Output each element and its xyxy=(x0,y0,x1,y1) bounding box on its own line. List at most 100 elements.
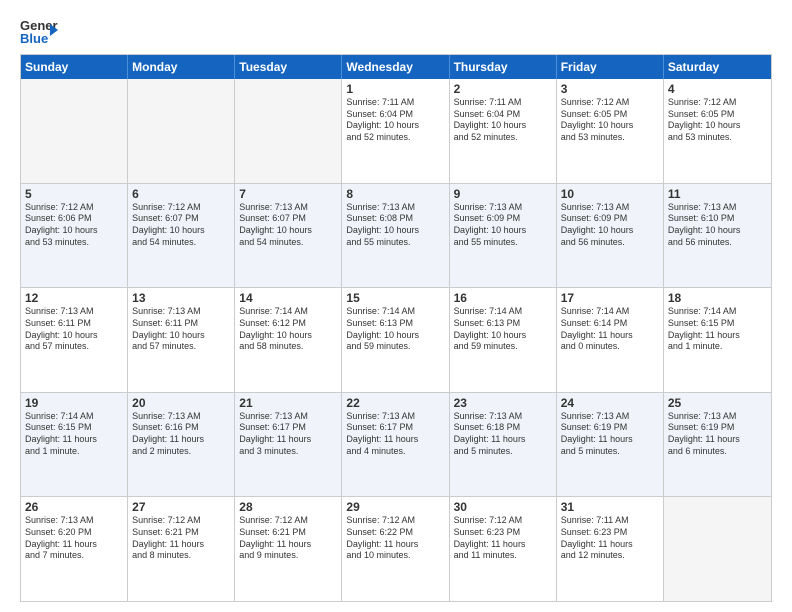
cell-line-3: and 55 minutes. xyxy=(346,237,444,249)
cell-line-2: Daylight: 11 hours xyxy=(346,434,444,446)
logo-icon: General Blue xyxy=(20,16,58,46)
cell-line-0: Sunrise: 7:13 AM xyxy=(132,411,230,423)
cell-line-0: Sunrise: 7:13 AM xyxy=(25,306,123,318)
day-number: 7 xyxy=(239,187,337,201)
cell-line-2: Daylight: 11 hours xyxy=(132,434,230,446)
cell-line-1: Sunset: 6:09 PM xyxy=(454,213,552,225)
cell-line-1: Sunset: 6:11 PM xyxy=(132,318,230,330)
logo: General Blue xyxy=(20,16,58,46)
cell-line-0: Sunrise: 7:14 AM xyxy=(561,306,659,318)
calendar-header: SundayMondayTuesdayWednesdayThursdayFrid… xyxy=(21,55,771,79)
day-number: 18 xyxy=(668,291,767,305)
day-number: 9 xyxy=(454,187,552,201)
cell-line-3: and 53 minutes. xyxy=(561,132,659,144)
cell-line-3: and 9 minutes. xyxy=(239,550,337,562)
day-cell-3: 3Sunrise: 7:12 AMSunset: 6:05 PMDaylight… xyxy=(557,79,664,183)
cell-line-2: Daylight: 10 hours xyxy=(132,330,230,342)
cell-line-0: Sunrise: 7:13 AM xyxy=(668,202,767,214)
day-number: 3 xyxy=(561,82,659,96)
day-cell-1: 1Sunrise: 7:11 AMSunset: 6:04 PMDaylight… xyxy=(342,79,449,183)
cell-line-0: Sunrise: 7:13 AM xyxy=(561,202,659,214)
weekday-header-saturday: Saturday xyxy=(664,55,771,79)
week-row-1: 5Sunrise: 7:12 AMSunset: 6:06 PMDaylight… xyxy=(21,183,771,288)
cell-line-3: and 8 minutes. xyxy=(132,550,230,562)
day-number: 27 xyxy=(132,500,230,514)
day-number: 31 xyxy=(561,500,659,514)
week-row-3: 19Sunrise: 7:14 AMSunset: 6:15 PM Dayligh… xyxy=(21,392,771,497)
day-cell-26: 26Sunrise: 7:13 AMSunset: 6:20 PMDayligh… xyxy=(21,497,128,601)
cell-line-1: Sunset: 6:21 PM xyxy=(132,527,230,539)
cell-line-0: Sunrise: 7:12 AM xyxy=(454,515,552,527)
day-number: 19 xyxy=(25,396,123,410)
day-number: 15 xyxy=(346,291,444,305)
cell-line-0: Sunrise: 7:14 AM xyxy=(25,411,123,423)
cell-line-0: Sunrise: 7:12 AM xyxy=(132,515,230,527)
cell-line-2: Daylight: 10 hours xyxy=(454,120,552,132)
weekday-header-thursday: Thursday xyxy=(450,55,557,79)
cell-line-1: Sunset: 6:07 PM xyxy=(239,213,337,225)
day-number: 4 xyxy=(668,82,767,96)
cell-line-1: Sunset: 6:05 PM xyxy=(561,109,659,121)
cell-line-2: Daylight: 11 hours xyxy=(668,330,767,342)
cell-line-0: Sunrise: 7:13 AM xyxy=(132,306,230,318)
cell-line-1: Sunset: 6:23 PM xyxy=(561,527,659,539)
cell-line-2: Daylight: 10 hours xyxy=(25,330,123,342)
weekday-header-monday: Monday xyxy=(128,55,235,79)
day-cell-16: 16Sunrise: 7:14 AMSunset: 6:13 PMDayligh… xyxy=(450,288,557,392)
day-number: 28 xyxy=(239,500,337,514)
cell-line-0: Sunrise: 7:12 AM xyxy=(25,202,123,214)
cell-line-3: and 4 minutes. xyxy=(346,446,444,458)
cell-line-0: Sunrise: 7:11 AM xyxy=(561,515,659,527)
day-number: 13 xyxy=(132,291,230,305)
cell-line-0: Sunrise: 7:11 AM xyxy=(454,97,552,109)
day-cell-7: 7Sunrise: 7:13 AMSunset: 6:07 PMDaylight… xyxy=(235,184,342,288)
cell-line-1: Sunset: 6:11 PM xyxy=(25,318,123,330)
cell-line-3: and 7 minutes. xyxy=(25,550,123,562)
cell-line-1: Sunset: 6:08 PM xyxy=(346,213,444,225)
cell-line-3: and 2 minutes. xyxy=(132,446,230,458)
day-number: 16 xyxy=(454,291,552,305)
cell-line-2: Daylight: 10 hours xyxy=(346,330,444,342)
day-cell-5: 5Sunrise: 7:12 AMSunset: 6:06 PMDaylight… xyxy=(21,184,128,288)
cell-line-0: Sunrise: 7:13 AM xyxy=(454,202,552,214)
day-number: 23 xyxy=(454,396,552,410)
cell-line-2: Daylight: 10 hours xyxy=(561,120,659,132)
cell-line-3: and 1 minute. xyxy=(668,341,767,353)
cell-line-2: Daylight: 11 hours xyxy=(239,539,337,551)
weekday-header-tuesday: Tuesday xyxy=(235,55,342,79)
day-cell-19: 19Sunrise: 7:14 AMSunset: 6:15 PMDayligh… xyxy=(21,393,128,497)
day-cell-13: 13Sunrise: 7:13 AMSunset: 6:11 PMDayligh… xyxy=(128,288,235,392)
day-cell-8: 8Sunrise: 7:13 AMSunset: 6:08 PMDaylight… xyxy=(342,184,449,288)
cell-line-3: and 59 minutes. xyxy=(346,341,444,353)
cell-line-2: Daylight: 11 hours xyxy=(668,434,767,446)
cell-line-3: and 5 minutes. xyxy=(561,446,659,458)
cell-line-2: Daylight: 11 hours xyxy=(239,434,337,446)
cell-line-3: and 10 minutes. xyxy=(346,550,444,562)
cell-line-1: Sunset: 6:15 PM xyxy=(25,422,123,434)
cell-line-3: and 0 minutes. xyxy=(561,341,659,353)
cell-line-2: Daylight: 10 hours xyxy=(668,120,767,132)
cell-line-1: Sunset: 6:13 PM xyxy=(346,318,444,330)
weekday-header-sunday: Sunday xyxy=(21,55,128,79)
day-number: 25 xyxy=(668,396,767,410)
cell-line-2: Daylight: 11 hours xyxy=(346,539,444,551)
day-cell-27: 27Sunrise: 7:12 AMSunset: 6:21 PMDayligh… xyxy=(128,497,235,601)
day-cell-11: 11Sunrise: 7:13 AMSunset: 6:10 PMDayligh… xyxy=(664,184,771,288)
page: General Blue SundayMondayTuesdayWednesda… xyxy=(0,0,792,612)
svg-text:Blue: Blue xyxy=(20,31,48,46)
day-cell-25: 25Sunrise: 7:13 AMSunset: 6:19 PMDayligh… xyxy=(664,393,771,497)
day-number: 30 xyxy=(454,500,552,514)
day-cell-6: 6Sunrise: 7:12 AMSunset: 6:07 PMDaylight… xyxy=(128,184,235,288)
cell-line-0: Sunrise: 7:14 AM xyxy=(346,306,444,318)
cell-line-0: Sunrise: 7:13 AM xyxy=(239,202,337,214)
day-cell-18: 18Sunrise: 7:14 AMSunset: 6:15 PMDayligh… xyxy=(664,288,771,392)
cell-line-1: Sunset: 6:19 PM xyxy=(668,422,767,434)
cell-line-3: and 5 minutes. xyxy=(454,446,552,458)
cell-line-2: Daylight: 10 hours xyxy=(25,225,123,237)
day-cell-12: 12Sunrise: 7:13 AMSunset: 6:11 PMDayligh… xyxy=(21,288,128,392)
cell-line-2: Daylight: 10 hours xyxy=(132,225,230,237)
cell-line-3: and 53 minutes. xyxy=(25,237,123,249)
cell-line-0: Sunrise: 7:13 AM xyxy=(668,411,767,423)
calendar-body: 1Sunrise: 7:11 AMSunset: 6:04 PMDaylight… xyxy=(21,79,771,601)
cell-line-3: and 52 minutes. xyxy=(346,132,444,144)
